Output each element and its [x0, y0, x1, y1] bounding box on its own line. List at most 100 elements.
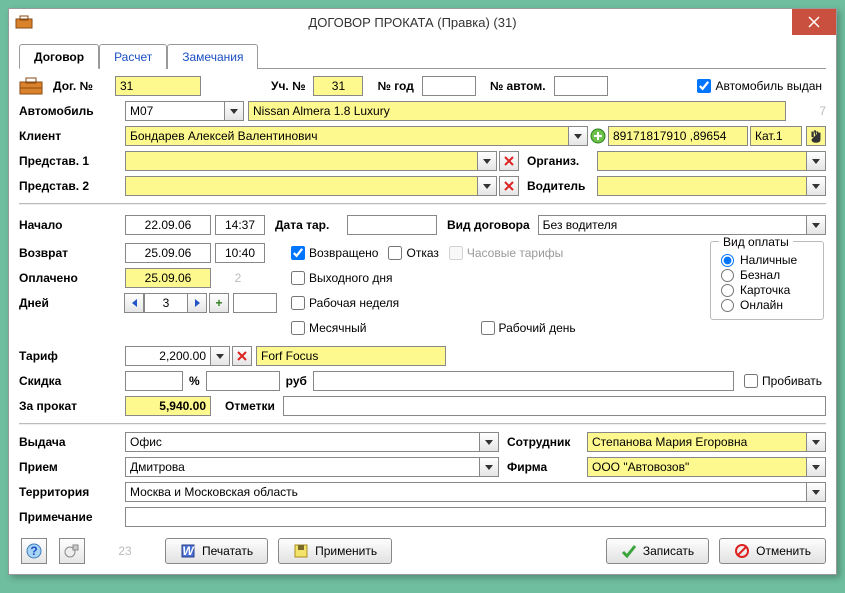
car-code-dropdown[interactable]	[224, 101, 244, 121]
days-input[interactable]	[144, 293, 188, 313]
days-extra[interactable]	[233, 293, 277, 313]
days-next[interactable]	[187, 293, 207, 313]
refusal-checkbox[interactable]: Отказ	[388, 246, 438, 260]
returned-checkbox[interactable]: Возвращено	[291, 246, 378, 260]
tariff-dropdown[interactable]	[210, 346, 230, 366]
tariff-date-input[interactable]	[347, 215, 437, 235]
marks-input[interactable]	[283, 396, 826, 416]
return-label: Возврат	[19, 246, 121, 260]
recv-dropdown[interactable]	[479, 457, 499, 477]
rental-amount[interactable]	[125, 396, 211, 416]
uch-no-input[interactable]	[313, 76, 363, 96]
drv-dropdown[interactable]	[806, 176, 826, 196]
dog-no-label: Дог. №	[53, 79, 111, 93]
return-time[interactable]	[215, 243, 265, 263]
rep1-dropdown[interactable]	[477, 151, 497, 171]
car-given-checkbox[interactable]: Автомобиль выдан	[697, 79, 822, 93]
car-name-input[interactable]	[248, 101, 786, 121]
rep2-dropdown[interactable]	[477, 176, 497, 196]
year-label: № год	[377, 79, 413, 93]
terr-dropdown[interactable]	[806, 482, 826, 502]
terr-label: Территория	[19, 485, 121, 499]
recv-input[interactable]	[125, 457, 480, 477]
issue-dropdown[interactable]	[479, 432, 499, 452]
org-dropdown[interactable]	[806, 151, 826, 171]
pay-online[interactable]: Онлайн	[719, 298, 815, 312]
svg-text:W: W	[182, 544, 195, 558]
cancel-button[interactable]: Отменить	[719, 538, 826, 564]
start-date[interactable]	[125, 215, 211, 235]
terr-input[interactable]	[125, 482, 807, 502]
org-input[interactable]	[597, 151, 807, 171]
weekend-checkbox[interactable]: Выходного дня	[291, 271, 392, 285]
days-add[interactable]: +	[209, 293, 229, 313]
tabs: Договор Расчет Замечания	[19, 43, 826, 69]
days-prev[interactable]	[124, 293, 144, 313]
contract-type-dropdown[interactable]	[806, 215, 826, 235]
discount-rub[interactable]	[206, 371, 280, 391]
dog-no-input[interactable]	[115, 76, 201, 96]
auto-no-label: № автом.	[490, 79, 546, 93]
year-input[interactable]	[422, 76, 476, 96]
contract-type-label: Вид договора	[447, 218, 530, 232]
tariff-label: Тариф	[19, 349, 121, 363]
tab-contract[interactable]: Договор	[19, 44, 99, 69]
car-label: Автомобиль	[19, 104, 121, 118]
firm-dropdown[interactable]	[806, 457, 826, 477]
return-date[interactable]	[125, 243, 211, 263]
rep2-clear[interactable]	[499, 176, 519, 196]
save-button[interactable]: Записать	[606, 538, 709, 564]
add-client-button[interactable]	[590, 128, 606, 144]
note-label: Примечание	[19, 510, 121, 524]
auto-no-input[interactable]	[554, 76, 608, 96]
pay-card[interactable]: Карточка	[719, 283, 815, 297]
issue-label: Выдача	[19, 435, 121, 449]
rep1-clear[interactable]	[499, 151, 519, 171]
org-label: Организ.	[527, 154, 593, 168]
pay-cash[interactable]: Наличные	[719, 253, 815, 267]
print-button[interactable]: W Печатать	[165, 538, 268, 564]
tariff-date-label: Дата тар.	[275, 218, 343, 232]
marks-label: Отметки	[225, 399, 275, 413]
paid-num: 2	[211, 271, 265, 285]
help-button[interactable]: ?	[21, 538, 47, 564]
client-cat[interactable]	[750, 126, 802, 146]
paid-date[interactable]	[125, 268, 211, 288]
tab-notes[interactable]: Замечания	[167, 44, 258, 69]
contract-type-input[interactable]	[538, 215, 807, 235]
rep2-input[interactable]	[125, 176, 478, 196]
emp-input[interactable]	[587, 432, 807, 452]
apply-button[interactable]: Применить	[278, 538, 392, 564]
rep2-label: Представ. 2	[19, 179, 121, 193]
discount-pct[interactable]	[125, 371, 183, 391]
client-name-input[interactable]	[125, 126, 569, 146]
tariff-clear[interactable]	[232, 346, 252, 366]
monthly-checkbox[interactable]: Месячный	[291, 321, 367, 335]
note-input[interactable]	[125, 507, 826, 527]
hand-icon-button[interactable]	[806, 126, 826, 146]
misc-button[interactable]	[59, 538, 85, 564]
start-label: Начало	[19, 218, 121, 232]
tab-calc[interactable]: Расчет	[99, 44, 167, 69]
recv-label: Прием	[19, 460, 121, 474]
drv-input[interactable]	[597, 176, 807, 196]
punch-checkbox[interactable]: Пробивать	[744, 374, 822, 388]
issue-input[interactable]	[125, 432, 480, 452]
client-phone[interactable]	[608, 126, 748, 146]
tariff-name[interactable]	[256, 346, 446, 366]
workday-checkbox[interactable]: Рабочий день	[481, 321, 576, 335]
client-dropdown[interactable]	[568, 126, 588, 146]
workweek-checkbox[interactable]: Рабочая неделя	[291, 296, 399, 310]
close-button[interactable]	[792, 9, 836, 35]
rep1-input[interactable]	[125, 151, 478, 171]
firm-input[interactable]	[587, 457, 807, 477]
rep1-label: Представ. 1	[19, 154, 121, 168]
car-code-input[interactable]	[125, 101, 225, 121]
payment-type-group: Вид оплаты Наличные Безнал Карточка Онла…	[710, 241, 824, 320]
rental-label: За прокат	[19, 399, 121, 413]
tariff-input[interactable]	[125, 346, 211, 366]
emp-dropdown[interactable]	[806, 432, 826, 452]
discount-note[interactable]	[313, 371, 734, 391]
pay-bank[interactable]: Безнал	[719, 268, 815, 282]
start-time[interactable]	[215, 215, 265, 235]
